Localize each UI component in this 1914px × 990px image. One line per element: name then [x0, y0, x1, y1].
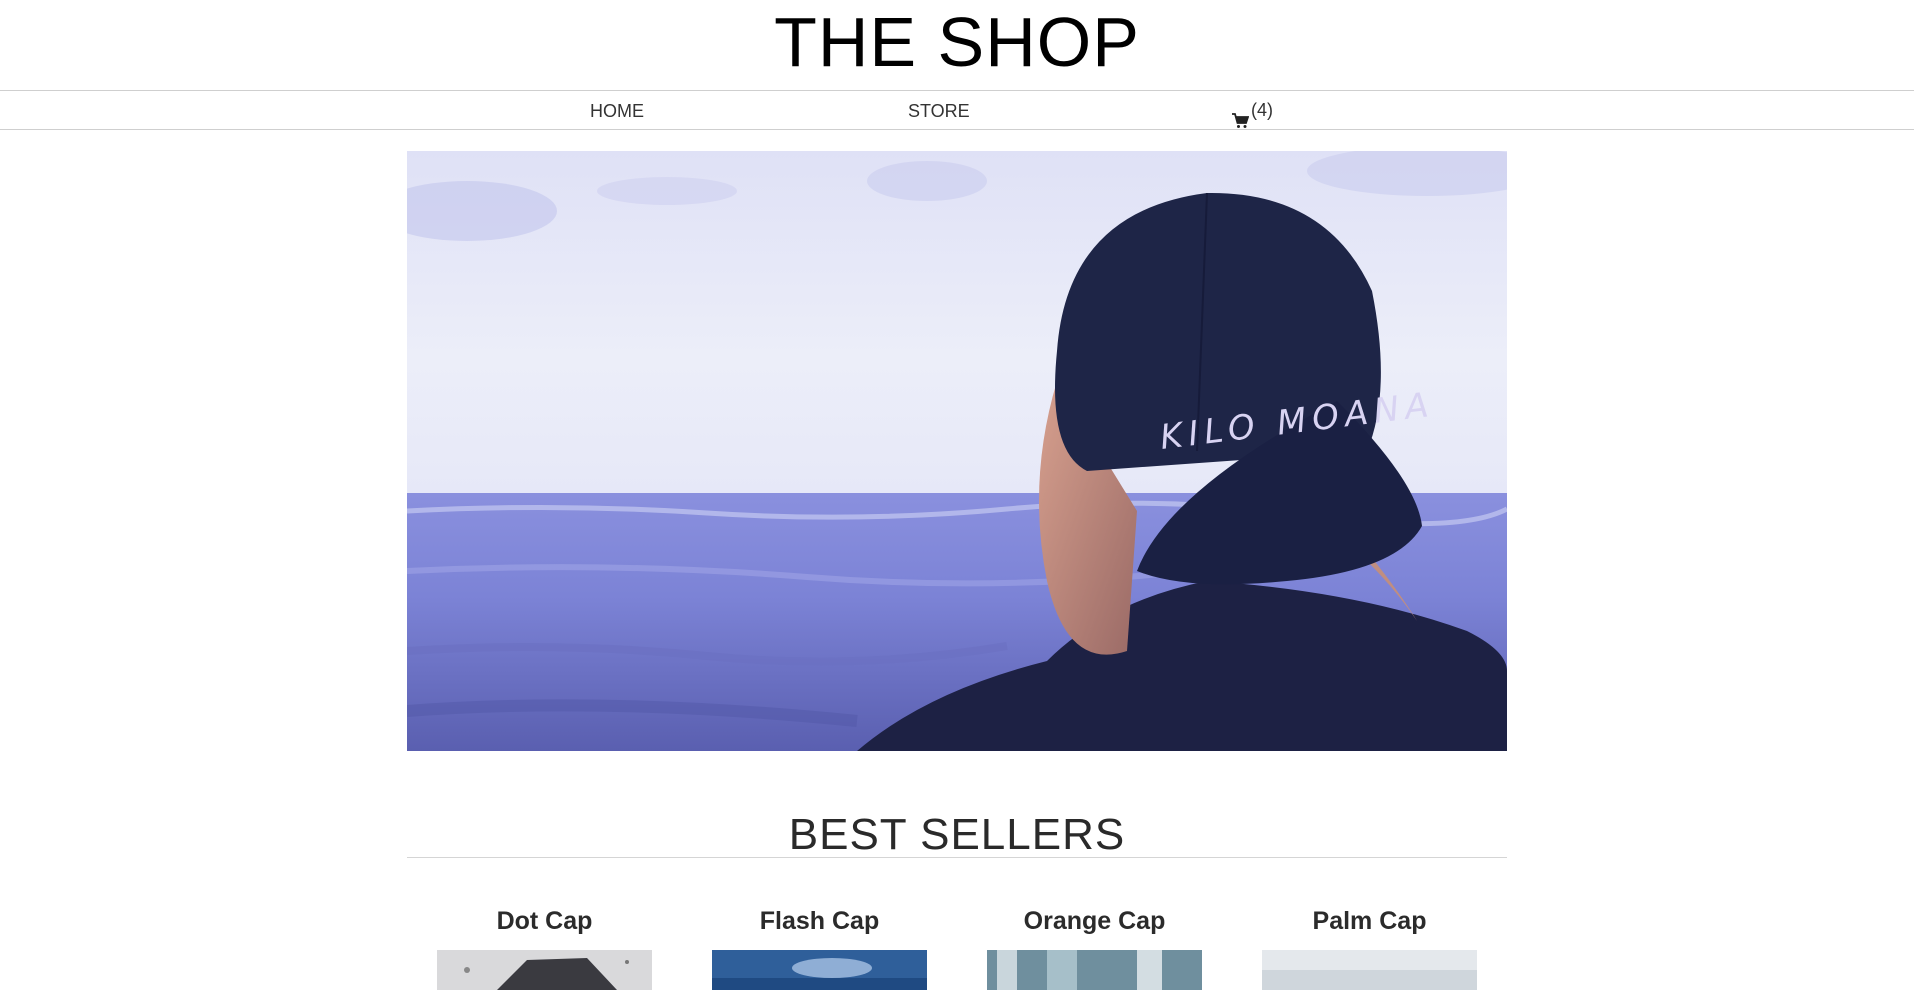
product-image[interactable]	[987, 950, 1202, 990]
product-card-dot-cap[interactable]: Dot Cap	[437, 906, 652, 990]
product-name[interactable]: Dot Cap	[437, 906, 652, 936]
product-name[interactable]: Flash Cap	[712, 906, 927, 936]
product-card-palm-cap[interactable]: Palm Cap	[1262, 906, 1477, 990]
shopping-cart-icon	[1232, 103, 1250, 128]
product-image[interactable]	[1262, 950, 1477, 990]
nav-home-link[interactable]: HOME	[590, 91, 644, 129]
product-image[interactable]	[437, 950, 652, 990]
product-name[interactable]: Palm Cap	[1262, 906, 1477, 936]
best-sellers-heading: BEST SELLERS	[788, 810, 1126, 859]
section-divider	[407, 857, 1507, 858]
cart-count: (4)	[1251, 100, 1273, 120]
product-card-orange-cap[interactable]: Orange Cap	[987, 906, 1202, 990]
product-name[interactable]: Orange Cap	[987, 906, 1202, 936]
main-navbar: HOME STORE (4)	[0, 90, 1914, 130]
product-image[interactable]	[712, 950, 927, 990]
site-title: THE SHOP	[774, 3, 1140, 81]
product-card-flash-cap[interactable]: Flash Cap	[712, 906, 927, 990]
nav-store-link[interactable]: STORE	[908, 91, 970, 129]
nav-cart-link[interactable]: (4)	[1232, 91, 1273, 129]
hero-banner-image: KILO MOANA	[407, 151, 1507, 751]
